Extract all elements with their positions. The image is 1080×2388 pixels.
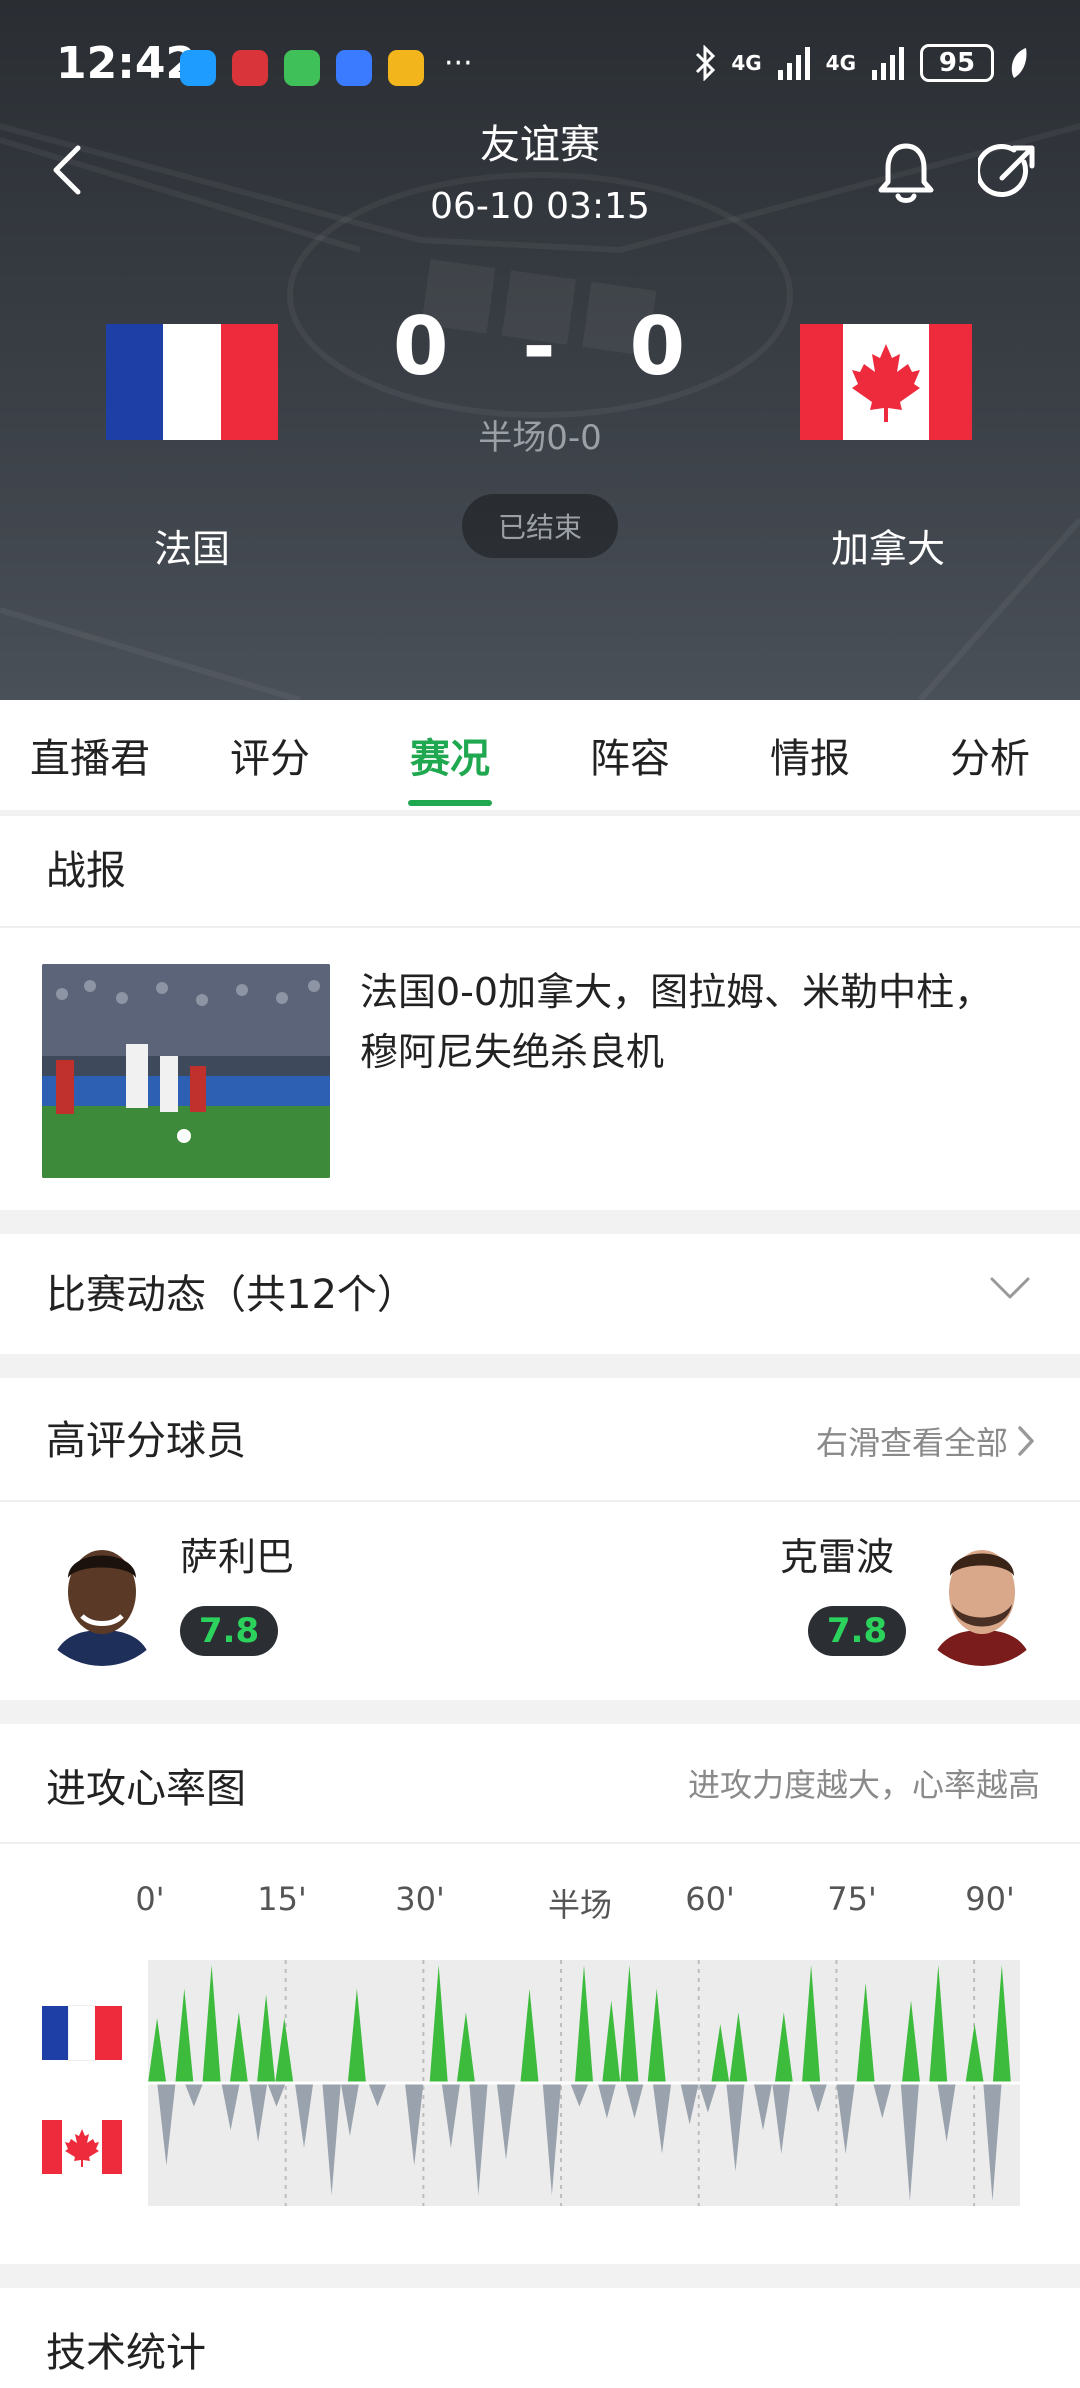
- canada-mini-flag: [42, 2120, 122, 2174]
- tab-2[interactable]: 赛况: [360, 700, 540, 810]
- status-bar: 12:42 ··· 4G 4G 95: [0, 0, 1080, 130]
- player-photo: [912, 1526, 1052, 1666]
- match-header: ■■■ 12:42 ··· 4G 4G 95 友谊赛 06-10 03:15 0…: [0, 0, 1080, 700]
- clock: 12:42: [56, 38, 197, 89]
- away-player-avatar[interactable]: [912, 1526, 1052, 1666]
- chevron-down-icon[interactable]: [990, 1276, 1030, 1300]
- report-title: 战报: [46, 848, 126, 894]
- tab-0[interactable]: 直播君: [0, 700, 180, 810]
- heart-rate-subtitle: 进攻力度越大，心率越高: [687, 1766, 1040, 1804]
- signal-icon-2: [872, 47, 904, 80]
- score-separator: -: [522, 300, 558, 393]
- battery-level: 95: [938, 48, 976, 78]
- home-player-rating: 7.8: [180, 1606, 278, 1656]
- bluetooth-icon: [696, 45, 716, 81]
- time-tick: 15': [257, 1880, 307, 1918]
- home-player-avatar[interactable]: [32, 1526, 172, 1666]
- network-label-1: 4G: [731, 51, 762, 75]
- notification-icons: ···: [180, 46, 473, 86]
- heart-rate-title: 进攻心率图: [46, 1766, 246, 1812]
- home-team-name[interactable]: 法国: [42, 518, 342, 573]
- more-notifications-icon: ···: [444, 46, 473, 81]
- news-headline[interactable]: 法国0-0加拿大，图拉姆、米勒中柱，穆阿尼失绝杀良机: [360, 962, 1020, 1082]
- news-thumbnail[interactable]: [42, 964, 330, 1178]
- football-match-photo: [42, 964, 330, 1178]
- tab-bar: 直播君 评分 赛况 阵容 情报 分析: [0, 700, 1080, 810]
- france-mini-flag: [42, 2005, 123, 2061]
- paint-app-icon: [388, 50, 424, 86]
- away-player-name[interactable]: 克雷波: [780, 1526, 894, 1581]
- share-icon[interactable]: [978, 142, 1038, 202]
- tab-4[interactable]: 情报: [720, 700, 900, 810]
- battery-icon: 95: [920, 44, 994, 82]
- shield-app-icon: [336, 50, 372, 86]
- away-team-name[interactable]: 加拿大: [738, 518, 1038, 573]
- events-title[interactable]: 比赛动态（共12个）: [46, 1262, 417, 1320]
- time-tick: 半场: [547, 1886, 613, 1924]
- signal-icon-1: [777, 47, 810, 80]
- time-tick: 30': [395, 1880, 445, 1918]
- heart-rate-chart: [148, 1960, 1020, 2206]
- time-tick: 90': [965, 1880, 1015, 1918]
- chevron-right-icon: [1018, 1426, 1034, 1456]
- scoreboard: 0 - 0: [390, 300, 690, 393]
- stats-title: 技术统计: [46, 2330, 206, 2376]
- top-players-title: 高评分球员: [46, 1418, 246, 1464]
- time-tick: 60': [685, 1880, 735, 1918]
- tab-5[interactable]: 分析: [900, 700, 1080, 810]
- match-status-badge: 已结束: [462, 494, 618, 558]
- time-tick: 0': [135, 1880, 165, 1918]
- network-label-2: 4G: [825, 51, 856, 75]
- bank-app-icon: [232, 50, 268, 86]
- away-score: 0: [629, 300, 688, 393]
- system-indicators: 4G 4G 95: [693, 44, 1030, 82]
- player-photo: [32, 1526, 172, 1666]
- see-all-link[interactable]: 右滑查看全部: [816, 1418, 1036, 1464]
- see-all-label: 右滑查看全部: [815, 1424, 1008, 1462]
- sheet-app-icon: [284, 50, 320, 86]
- bell-icon[interactable]: [876, 140, 936, 206]
- tab-3[interactable]: 阵容: [540, 700, 720, 810]
- home-player-name[interactable]: 萨利巴: [180, 1526, 294, 1581]
- home-score: 0: [392, 300, 451, 393]
- message-app-icon: [180, 50, 216, 86]
- time-tick: 75': [827, 1880, 877, 1918]
- leaf-icon: [1011, 48, 1027, 78]
- half-time-score: 半场0-0: [478, 418, 602, 458]
- tab-1[interactable]: 评分: [180, 700, 360, 810]
- away-player-rating: 7.8: [808, 1606, 906, 1656]
